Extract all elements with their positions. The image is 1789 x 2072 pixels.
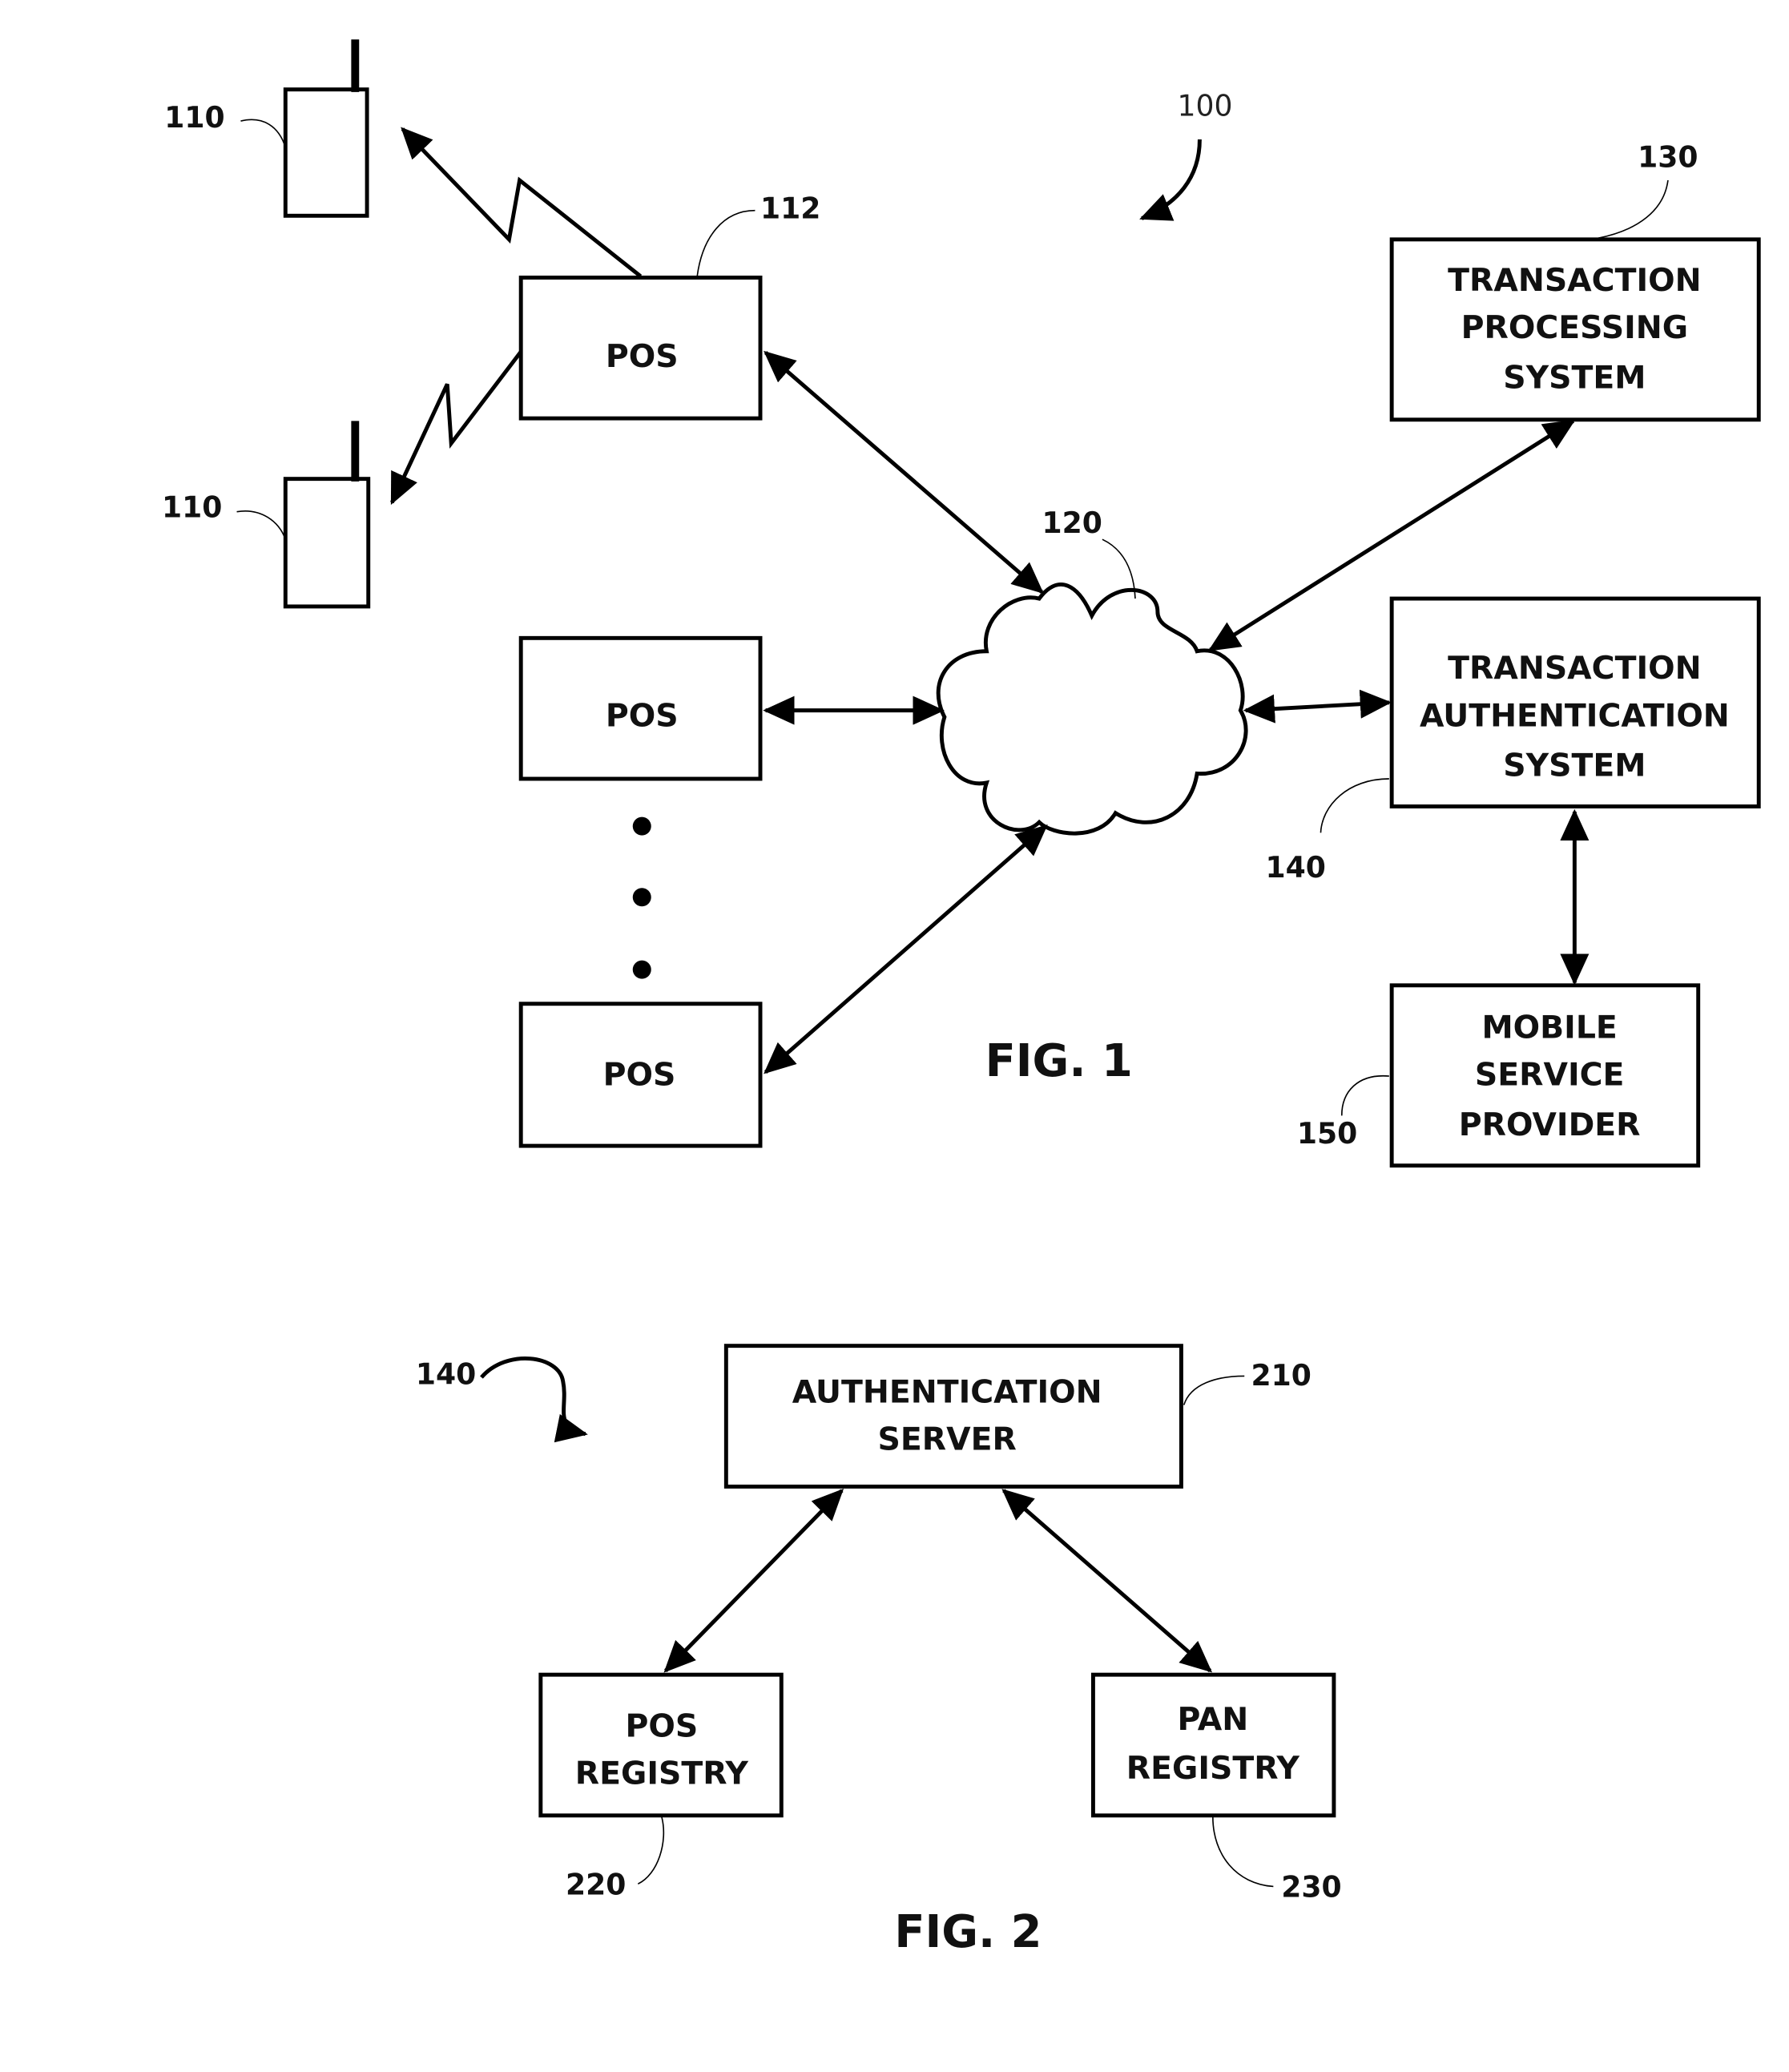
ref-110-a: 110 [164, 100, 224, 135]
mobile-device-icon [283, 477, 371, 609]
pos-registry[interactable]: POS REGISTRY 220 [538, 1672, 784, 1901]
ref-140-arrow [480, 1356, 588, 1443]
auth-server-box[interactable] [723, 1344, 1183, 1489]
auth-server-line-1: AUTHENTICATION [792, 1373, 1102, 1410]
cloud-icon[interactable] [936, 582, 1248, 836]
fig1-label: FIG. 1 [985, 1035, 1133, 1087]
leader-line [696, 209, 755, 276]
ref-100: 100 [1178, 88, 1233, 123]
wireless-link-2 [390, 349, 524, 506]
tps-line-1: TRANSACTION [1448, 262, 1701, 299]
pos-registry-box[interactable] [538, 1672, 784, 1818]
transaction-processing-system[interactable]: TRANSACTION PROCESSING SYSTEM 130 [1389, 140, 1761, 422]
pos-registry-line-1: POS [626, 1707, 699, 1744]
ref-220: 220 [566, 1867, 626, 1901]
wireless-link-1 [401, 127, 643, 278]
auth-server-line-2: SERVER [878, 1421, 1017, 1457]
transaction-authentication-system[interactable]: TRANSACTION AUTHENTICATION SYSTEM 140 [1266, 596, 1761, 885]
ellipsis-dot [632, 816, 651, 836]
pos-label: POS [606, 338, 679, 375]
fig2: 140 AUTHENTICATION SERVER 210 POS REGIST… [416, 1344, 1342, 1958]
leader-line [1598, 179, 1669, 239]
ref-100-arrow [1139, 139, 1202, 221]
pos-label: POS [603, 1057, 676, 1094]
link-network-tas [1243, 689, 1392, 724]
pos-terminal-1[interactable]: POS 112 [518, 191, 820, 421]
link-pos1-network [764, 350, 1044, 595]
pan-registry-box[interactable] [1090, 1672, 1336, 1818]
pan-registry-line-1: PAN [1177, 1701, 1248, 1738]
ref-140: 140 [1266, 850, 1326, 885]
ref-140-fig2: 140 [416, 1356, 476, 1391]
mobile-service-provider[interactable]: MOBILE SERVICE PROVIDER 150 [1297, 983, 1701, 1168]
pos-registry-line-2: REGISTRY [575, 1755, 749, 1792]
pos-terminal-2[interactable]: POS [518, 635, 763, 781]
ref-130: 130 [1638, 140, 1698, 175]
mobile-device-icon [283, 87, 369, 218]
msp-line-3: PROVIDER [1459, 1107, 1641, 1143]
link-auth-panregistry [1001, 1489, 1213, 1673]
authentication-server[interactable]: AUTHENTICATION SERVER 210 [723, 1344, 1312, 1489]
tps-line-2: PROCESSING [1461, 309, 1688, 346]
mobile-device-1: 110 [164, 39, 369, 218]
ellipsis-dot [632, 888, 651, 907]
fig1: 100 110 110 POS 112 POS POS 120 TRANSACT… [162, 39, 1761, 1168]
ellipsis-dot [632, 960, 651, 979]
pos-terminal-3[interactable]: POS [518, 1002, 763, 1148]
leader-line [236, 510, 287, 540]
link-auth-posregistry [663, 1488, 844, 1673]
tps-line-3: SYSTEM [1503, 359, 1646, 396]
patent-diagram: 100 110 110 POS 112 POS POS 120 TRANSACT… [162, 39, 1761, 1958]
tas-line-2: AUTHENTICATION [1420, 697, 1730, 734]
leader-line [637, 1816, 665, 1885]
leader-line [1340, 1075, 1389, 1116]
ref-150: 150 [1297, 1116, 1357, 1151]
leader-line [1320, 778, 1389, 833]
mobile-device-2: 110 [162, 421, 371, 609]
fig2-label: FIG. 2 [894, 1906, 1042, 1958]
leader-line [1212, 1816, 1274, 1888]
pan-registry-line-2: REGISTRY [1126, 1750, 1300, 1787]
ref-230: 230 [1281, 1870, 1341, 1905]
ref-110-b: 110 [162, 490, 222, 524]
leader-line [240, 119, 287, 148]
pan-registry[interactable]: PAN REGISTRY 230 [1090, 1672, 1342, 1905]
network-cloud[interactable]: 120 [936, 506, 1248, 836]
msp-line-1: MOBILE [1481, 1009, 1617, 1046]
tas-line-3: SYSTEM [1503, 748, 1646, 784]
ref-120: 120 [1042, 506, 1102, 540]
msp-line-2: SERVICE [1475, 1057, 1625, 1094]
leader-line [1183, 1375, 1245, 1405]
ref-210: 210 [1251, 1358, 1311, 1393]
tas-line-1: TRANSACTION [1448, 650, 1701, 687]
pos-label: POS [606, 697, 679, 734]
ref-112: 112 [760, 191, 820, 226]
